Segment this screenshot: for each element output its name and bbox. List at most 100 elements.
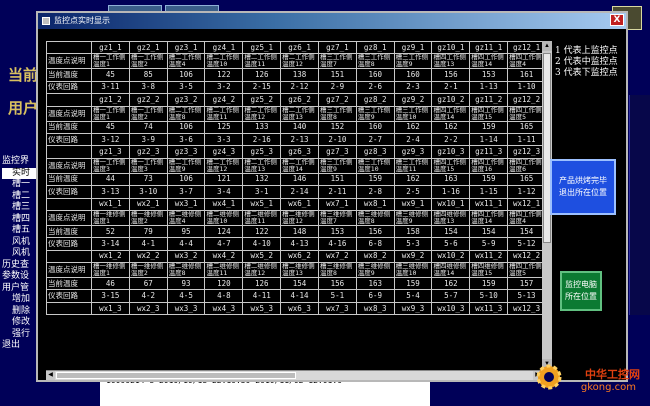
- temperature-cell: 146: [280, 172, 319, 187]
- temperature-cell: 161: [507, 68, 542, 82]
- loop-cell: 2-11: [317, 185, 357, 199]
- temperature-cell: 44: [91, 172, 130, 187]
- loop-cell: 5-4: [393, 289, 433, 303]
- point-desc-cell: 槽二工作侧温度12: [280, 53, 319, 70]
- temperature-cell: 154: [431, 224, 471, 239]
- point-id-cell: wx3_1: [166, 197, 206, 211]
- gear-logo-icon: [536, 364, 562, 390]
- grid-loop-row: 仪表回路 3-15 4-2 4-5 4-8 4-11 4-14 5-1 6-9 5-4 5-7 5-1…: [46, 289, 542, 303]
- horizontal-scroll-thumb[interactable]: [56, 372, 296, 379]
- point-desc-cell: 槽四工作侧温度14: [431, 105, 471, 122]
- loop-cell: 2-7: [355, 132, 395, 147]
- point-desc-cell: 槽四维修侧温度13: [431, 209, 471, 226]
- loop-cell: 3-3: [204, 132, 244, 147]
- point-id-cell: gz7_1: [317, 41, 357, 55]
- grid-corner-cell: [46, 93, 92, 107]
- temperature-cell: 126: [242, 68, 282, 82]
- temperature-cell: 125: [204, 120, 244, 134]
- window-titlebar[interactable]: 监控点实时显示: [38, 13, 626, 29]
- temperature-cell: 85: [128, 68, 168, 82]
- temperature-cell: 162: [431, 120, 471, 134]
- loop-cell: 4-16: [317, 237, 357, 251]
- point-desc-cell: 槽四工作侧温度13: [431, 53, 471, 70]
- loop-cell: 5-1: [317, 289, 357, 303]
- grid-corner-cell: [46, 249, 92, 264]
- point-desc-cell: 槽三维修侧温度7: [317, 209, 357, 226]
- loop-cell: 5-3: [393, 237, 433, 251]
- temperature-cell: 74: [128, 120, 168, 134]
- point-desc-cell: 槽一工作侧温度3: [91, 157, 130, 174]
- grid-corner-cell: [46, 41, 92, 55]
- grid-desc-row: 温度点说明 槽一工作侧温度3 槽一工作侧温度3 槽二工作侧温度9 槽二工作侧温度12 槽二…: [46, 157, 542, 174]
- point-desc-cell: 槽二维修侧温度11: [242, 209, 282, 226]
- loop-cell: 3-10: [128, 185, 168, 199]
- loop-cell: 1-11: [507, 132, 542, 147]
- loop-cell: 2-4: [393, 132, 433, 147]
- loop-cell: 6-9: [355, 289, 395, 303]
- row-label: 当前温度: [46, 224, 92, 239]
- point-desc-cell: 槽四工作侧温度5: [507, 105, 542, 122]
- point-desc-cell: 槽二工作侧温度11: [242, 53, 282, 70]
- point-id-cell: gz10_1: [431, 41, 471, 55]
- temperature-cell: 158: [393, 224, 433, 239]
- point-id-cell: wx4_2: [204, 249, 244, 264]
- temperature-cell: 106: [166, 120, 206, 134]
- horizontal-scrollbar[interactable]: ◀ ▶: [46, 370, 542, 380]
- point-desc-cell: 槽二工作侧温度13: [242, 157, 282, 174]
- temperature-cell: 160: [393, 68, 433, 82]
- loop-cell: 3-6: [166, 132, 206, 147]
- point-id-cell: gz9_1: [393, 41, 433, 55]
- point-desc-cell: 槽三维修侧温度10: [393, 262, 433, 279]
- point-id-cell: gz4_3: [204, 145, 244, 159]
- point-desc-cell: 槽一工作侧温度3: [128, 157, 168, 174]
- point-desc-cell: 槽二维修侧温度10: [204, 209, 244, 226]
- grid-corner-cell: [46, 301, 92, 316]
- grid-temp-row: 当前温度 45 74 106 125 133 140 152 160 162 162 159 165: [46, 120, 542, 134]
- loop-cell: 5-12: [507, 237, 542, 251]
- point-desc-cell: 槽四工作侧温度5: [507, 262, 542, 279]
- product-exit-position-button[interactable]: 产品烘烤完毕 退出所在位置: [550, 159, 616, 215]
- point-id-cell: wx11_3: [469, 301, 509, 316]
- monitor-point-legend: 1 代表上监控点 2 代表中监控点 3 代表下监控点: [555, 46, 618, 79]
- point-desc-cell: 槽三维修侧温度8: [317, 262, 357, 279]
- close-button[interactable]: X: [610, 14, 624, 26]
- temperature-cell: 46: [91, 277, 130, 291]
- point-id-cell: wx1_1: [91, 197, 130, 211]
- grid-header-row: wx1_1 wx2_1 wx3_1 wx4_1 wx5_1 wx6_1 wx7_1 wx8_1…: [46, 197, 542, 211]
- point-id-cell: gz6_1: [280, 41, 319, 55]
- point-desc-cell: 槽二工作侧温度12: [242, 105, 282, 122]
- point-id-cell: gz6_3: [280, 145, 319, 159]
- grid-temp-row: 当前温度 46 67 93 120 126 154 156 163 159 162 159 157: [46, 277, 542, 291]
- point-id-cell: wx8_3: [355, 301, 395, 316]
- point-desc-cell: 槽四工作侧温度16: [469, 157, 509, 174]
- point-desc-cell: 槽三工作侧温度7: [317, 53, 357, 70]
- point-desc-cell: 槽三维修侧温度8: [355, 209, 395, 226]
- loop-cell: 4-1: [128, 237, 168, 251]
- row-label: 当前温度: [46, 120, 92, 134]
- row-label: 当前温度: [46, 277, 92, 291]
- monitor-pc-position-button[interactable]: 监控电脑 所在位置: [560, 271, 602, 311]
- row-label: 仪表回路: [46, 237, 92, 251]
- point-id-cell: gz1_1: [91, 41, 130, 55]
- row-label: 温度点说明: [46, 209, 92, 226]
- row-label: 当前温度: [46, 68, 92, 82]
- point-id-cell: gz2_3: [128, 145, 168, 159]
- scroll-up-arrow-icon[interactable]: ▲: [542, 41, 552, 51]
- point-id-cell: wx5_3: [242, 301, 282, 316]
- temperature-cell: 120: [204, 277, 244, 291]
- loop-cell: 3-1: [242, 185, 282, 199]
- temperature-cell: 133: [242, 120, 282, 134]
- grid-temp-row: 当前温度 45 85 106 122 126 138 151 160 160 156 153 161: [46, 68, 542, 82]
- point-desc-cell: 槽四工作侧温度15: [431, 157, 471, 174]
- grid-desc-row: 温度点说明 槽一维修侧温度1 槽一维修侧温度2 槽二维修侧温度4 槽二维修侧温度10 槽二…: [46, 209, 542, 226]
- point-id-cell: wx12_2: [507, 249, 542, 264]
- point-id-cell: gz11_3: [469, 145, 509, 159]
- grid-header-row: gz1_1 gz2_1 gz3_1 gz4_1 gz5_1 gz6_1 gz7_1 gz8_1…: [46, 41, 542, 55]
- loop-cell: 1-16: [431, 185, 471, 199]
- loop-cell: 1-13: [469, 80, 509, 95]
- temperature-cell: 157: [507, 277, 542, 291]
- row-label: 仪表回路: [46, 132, 92, 147]
- row-label: 温度点说明: [46, 262, 92, 279]
- scroll-left-arrow-icon[interactable]: ◀: [46, 371, 55, 380]
- temperature-cell: 159: [469, 120, 509, 134]
